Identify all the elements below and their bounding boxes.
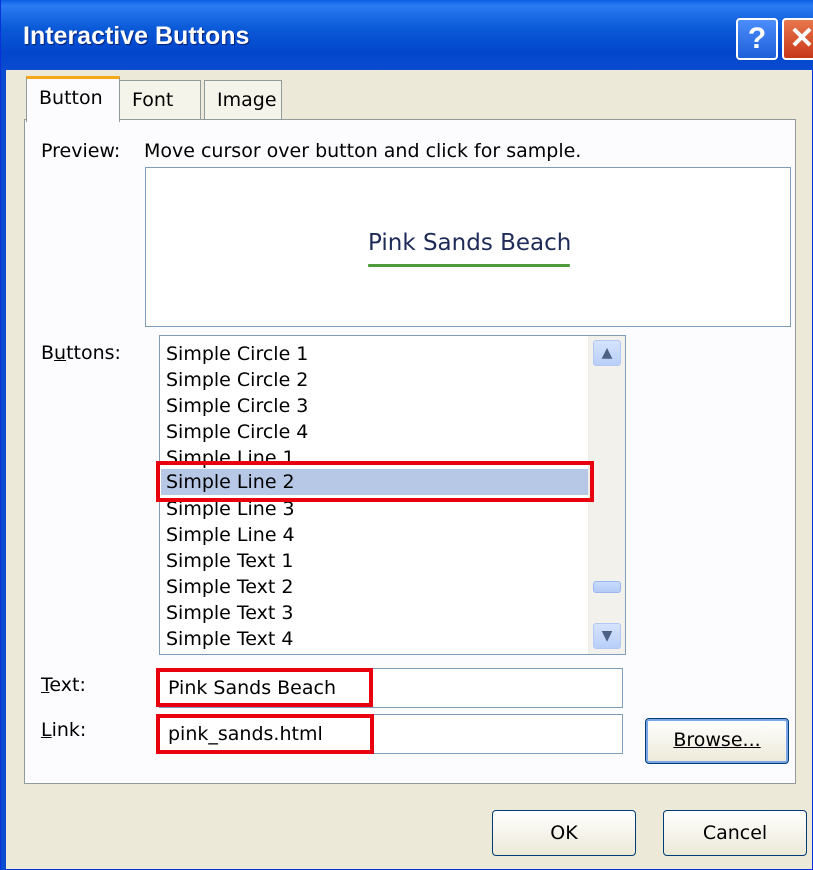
preview-hint: Move cursor over button and click for sa… bbox=[144, 140, 582, 162]
list-item[interactable]: Simple Circle 2 bbox=[166, 367, 308, 393]
ok-button[interactable]: OK bbox=[492, 810, 636, 856]
list-item[interactable]: Simple Text 3 bbox=[166, 600, 293, 626]
text-label: Text: bbox=[41, 674, 86, 696]
window-title: Interactive Buttons bbox=[23, 22, 250, 50]
list-item[interactable]: Simple Text 4 bbox=[166, 626, 293, 652]
cancel-button[interactable]: Cancel bbox=[663, 810, 807, 856]
list-scrollbar[interactable]: ▲ ▼ bbox=[588, 336, 625, 654]
scrollbar-thumb[interactable] bbox=[593, 581, 621, 593]
link-label: Link: bbox=[41, 719, 87, 741]
close-button[interactable]: ✕ bbox=[782, 18, 813, 60]
title-bar[interactable]: Interactive Buttons ? ✕ bbox=[1, 0, 813, 70]
link-field[interactable]: pink_sands.html bbox=[159, 714, 623, 754]
window-frame bbox=[1, 70, 6, 870]
list-item-selected[interactable]: Simple Line 2 bbox=[161, 469, 593, 495]
text-field[interactable]: Pink Sands Beach bbox=[159, 668, 623, 708]
list-item[interactable]: Simple Circle 3 bbox=[166, 393, 308, 419]
preview-area[interactable]: Pink Sands Beach bbox=[145, 167, 791, 327]
buttons-label: Buttons: bbox=[41, 342, 121, 364]
preview-label: Preview: bbox=[41, 140, 121, 162]
list-item[interactable]: Simple Line 3 bbox=[166, 496, 295, 522]
list-item[interactable]: Simple Text 2 bbox=[166, 574, 293, 600]
help-button[interactable]: ? bbox=[736, 18, 778, 60]
preview-sample-button[interactable]: Pink Sands Beach bbox=[368, 230, 571, 256]
list-item[interactable]: Simple Text 1 bbox=[166, 548, 293, 574]
list-item[interactable]: Simple Line 4 bbox=[166, 522, 295, 548]
tab-image[interactable]: Image bbox=[204, 80, 282, 120]
browse-button[interactable]: Browse... bbox=[645, 718, 789, 764]
tab-button[interactable]: Button bbox=[26, 76, 120, 122]
scroll-down-icon[interactable]: ▼ bbox=[593, 623, 621, 649]
buttons-listbox[interactable]: Simple Circle 1 Simple Circle 2 Simple C… bbox=[159, 335, 626, 655]
list-item[interactable]: Simple Line 1 bbox=[166, 445, 295, 471]
list-item[interactable]: Simple Circle 1 bbox=[166, 341, 308, 367]
tab-font[interactable]: Font bbox=[119, 80, 201, 120]
list-item[interactable]: Simple Circle 4 bbox=[166, 419, 308, 445]
scroll-up-icon[interactable]: ▲ bbox=[593, 340, 621, 366]
preview-underline bbox=[368, 264, 570, 267]
browse-button-label: Browse... bbox=[673, 729, 761, 751]
dialog-window: Interactive Buttons ? ✕ Button Font Imag… bbox=[0, 0, 813, 870]
